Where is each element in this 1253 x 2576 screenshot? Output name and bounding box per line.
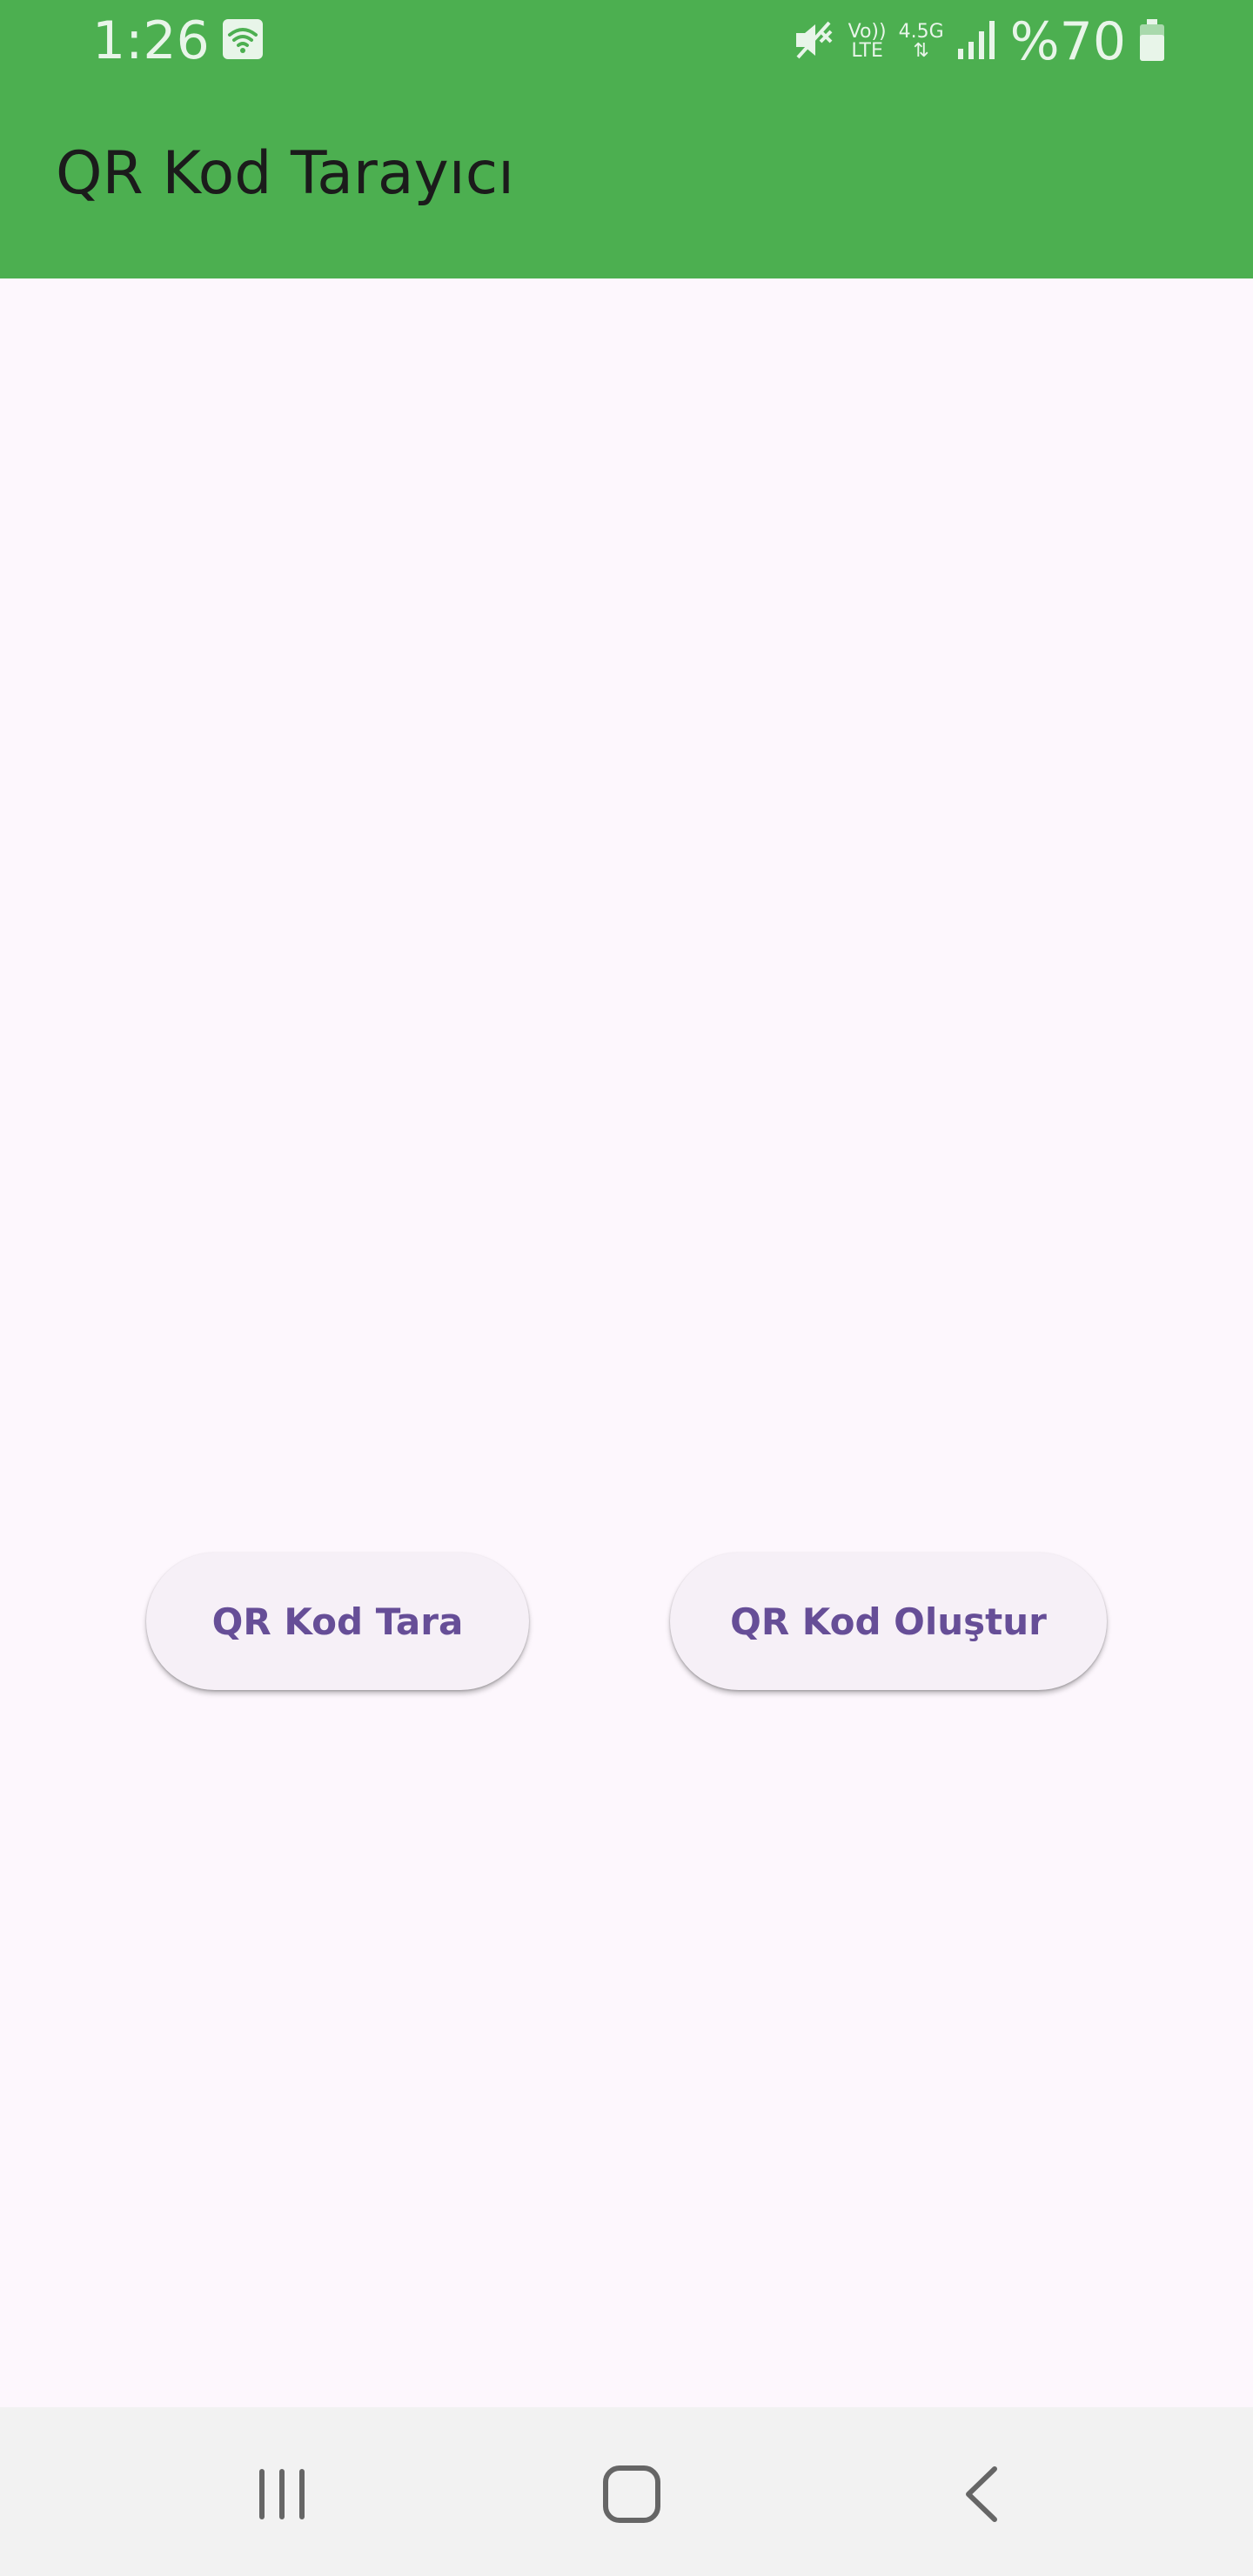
system-nav-bar bbox=[0, 2407, 1253, 2576]
main-content: QR Kod Tara QR Kod Oluştur bbox=[0, 278, 1253, 2407]
volte-indicator: Vo)) LTE bbox=[848, 23, 887, 61]
volte-label: Vo)) bbox=[848, 21, 887, 43]
home-icon[interactable] bbox=[580, 2442, 684, 2546]
status-bar: 1:26 Vo)) LTE 4.5G ⇅ %70 bbox=[0, 0, 1253, 84]
status-indicators: Vo)) LTE 4.5G ⇅ %70 bbox=[791, 9, 1166, 75]
data-type-indicator: 4.5G ⇅ bbox=[899, 23, 944, 61]
back-icon[interactable] bbox=[929, 2442, 1034, 2546]
scan-qr-button[interactable]: QR Kod Tara bbox=[146, 1553, 529, 1690]
app-title: QR Kod Tarayıcı bbox=[56, 139, 514, 208]
status-time: 1:26 bbox=[92, 10, 210, 71]
recents-icon[interactable] bbox=[230, 2442, 334, 2546]
data-arrows-icon: ⇅ bbox=[913, 40, 929, 62]
create-qr-button[interactable]: QR Kod Oluştur bbox=[670, 1553, 1107, 1690]
lte-label: LTE bbox=[851, 40, 883, 62]
wifi-icon bbox=[221, 17, 265, 61]
app-header: 1:26 Vo)) LTE 4.5G ⇅ %70 QR Kod Tarayıcı bbox=[0, 0, 1253, 278]
mute-icon bbox=[791, 17, 836, 67]
battery-percent: %70 bbox=[1009, 11, 1126, 72]
data-type-label: 4.5G bbox=[898, 21, 944, 43]
signal-icon bbox=[956, 17, 998, 67]
battery-icon bbox=[1138, 17, 1166, 67]
